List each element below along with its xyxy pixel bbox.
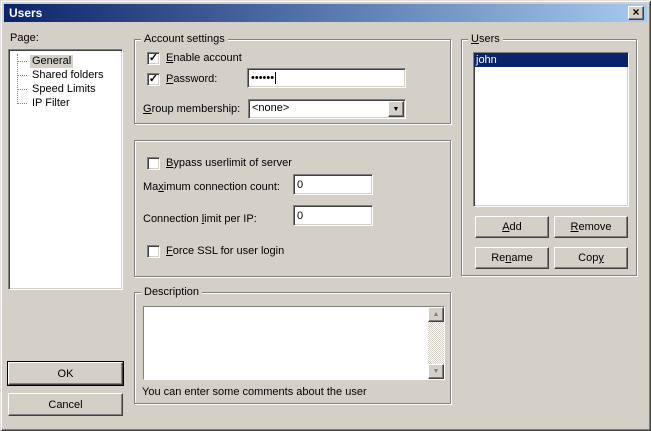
ok-button[interactable]: OK [8,362,123,385]
password-masked-value: •••••• [251,72,274,84]
connection-limit-per-ip-input[interactable] [293,205,373,226]
add-button[interactable]: Add [475,216,549,238]
close-icon: × [632,7,639,17]
tree-item-shared-folders[interactable]: Shared folders [9,68,122,82]
users-listbox[interactable]: john [473,52,629,207]
title-bar[interactable]: Users × [4,4,647,22]
checkmark-icon: ✓ [149,75,158,84]
description-caption: Description [141,286,202,299]
close-button[interactable]: × [628,6,644,20]
page-tree[interactable]: General Shared folders Speed Limits IP F… [8,49,123,290]
password-input[interactable]: •••••• [247,68,406,88]
description-group: Description ▲ ▼ You can enter some comme… [134,292,451,404]
arrow-up-icon: ▲ [433,311,440,318]
tree-item-label: Shared folders [30,69,106,82]
text-caret [275,72,276,84]
user-list-item-john[interactable]: john [474,53,628,67]
max-connection-count-input[interactable] [293,174,373,195]
tree-item-ip-filter[interactable]: IP Filter [9,96,122,110]
scrollbar-track[interactable] [428,322,444,364]
password-checkbox[interactable]: ✓ [147,73,160,86]
account-settings-group: Account settings ✓ Enable account ✓ Pass… [134,39,451,124]
tree-item-speed-limits[interactable]: Speed Limits [9,82,122,96]
scroll-down-button[interactable]: ▼ [428,364,444,379]
checkmark-icon: ✓ [149,54,158,63]
description-text[interactable] [144,307,428,379]
scroll-up-button[interactable]: ▲ [428,307,444,322]
description-textarea[interactable]: ▲ ▼ [143,306,445,380]
users-group: Users john Add Remove Rename Copy [461,39,637,276]
connection-limit-per-ip-label: Connection limit per IP: [143,213,257,226]
description-hint: You can enter some comments about the us… [142,386,367,399]
page-list-label: Page: [10,32,39,45]
rename-button[interactable]: Rename [475,247,549,269]
tree-item-general[interactable]: General [9,54,122,68]
users-caption: Users [468,33,503,46]
force-ssl-label[interactable]: Force SSL for user login [166,245,284,258]
account-settings-caption: Account settings [141,33,228,46]
group-membership-select[interactable]: <none> ▼ [248,99,406,119]
password-label[interactable]: Password: [166,73,217,86]
tree-item-label: General [30,55,73,68]
connection-limits-group: Bypass userlimit of server Maximum conne… [134,140,451,277]
max-connection-count-label: Maximum connection count: [143,181,280,194]
chevron-down-icon: ▼ [393,106,400,113]
bypass-userlimit-label[interactable]: Bypass userlimit of server [166,157,292,170]
tree-item-label: IP Filter [30,97,72,110]
dropdown-button[interactable]: ▼ [388,101,404,117]
enable-account-label[interactable]: Enable account [166,52,242,65]
combo-selected-value: <none> [249,100,387,118]
bypass-userlimit-checkbox[interactable] [147,157,160,170]
tree-item-label: Speed Limits [30,83,98,96]
arrow-down-icon: ▼ [433,368,440,375]
description-scrollbar[interactable]: ▲ ▼ [428,307,444,379]
force-ssl-checkbox[interactable] [147,245,160,258]
users-dialog: Users × Page: General Shared folders Spe… [0,0,651,431]
window-title: Users [9,6,42,20]
remove-button[interactable]: Remove [554,216,628,238]
copy-button[interactable]: Copy [554,247,628,269]
cancel-button[interactable]: Cancel [8,393,123,416]
enable-account-checkbox[interactable]: ✓ [147,52,160,65]
group-membership-label: Group membership: [143,103,240,116]
